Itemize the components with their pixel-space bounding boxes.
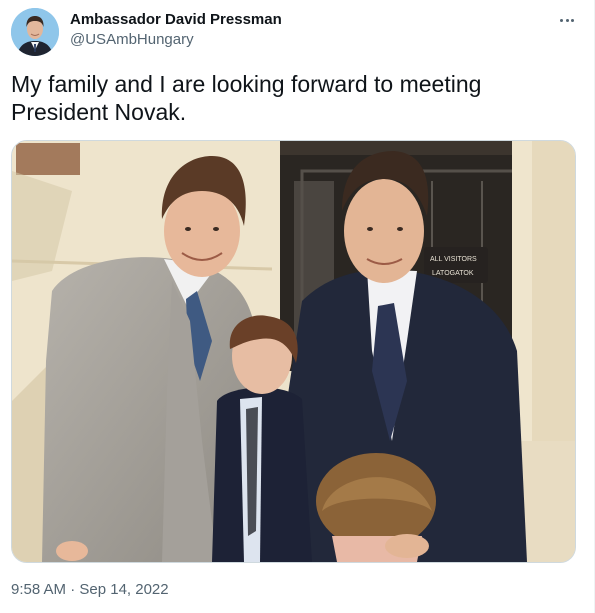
family-photo-illustration: ALL VISITORS LATOGATOK: [12, 141, 575, 562]
author-display-name[interactable]: Ambassador David Pressman: [70, 11, 282, 28]
more-options-icon[interactable]: [555, 8, 579, 32]
tweet-photo[interactable]: ALL VISITORS LATOGATOK: [11, 140, 576, 563]
sign-line1: ALL VISITORS: [430, 256, 477, 263]
tweet-timestamp[interactable]: 9:58 AM · Sep 14, 2022: [11, 581, 169, 598]
tweet-text: My family and I are looking forward to m…: [11, 71, 482, 125]
author-avatar[interactable]: [11, 8, 59, 56]
sign-line2: LATOGATOK: [432, 270, 474, 277]
author-handle[interactable]: @USAmbHungary: [70, 31, 194, 48]
profile-avatar-icon: [11, 8, 59, 56]
tweet-card: Ambassador David Pressman @USAmbHungary …: [0, 0, 595, 613]
